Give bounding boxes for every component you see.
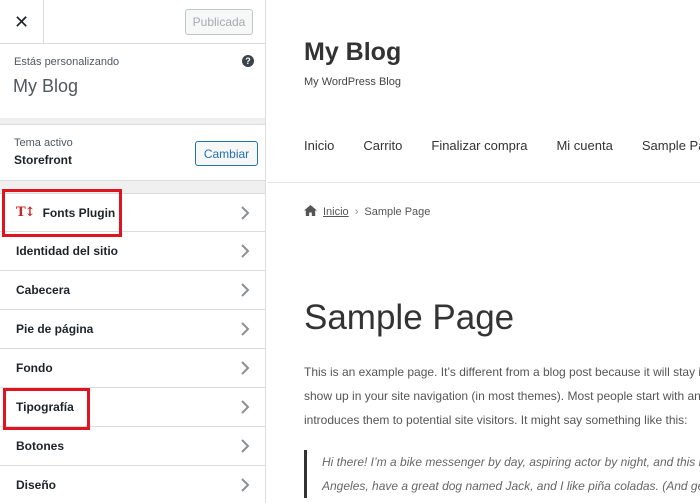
- chevron-right-icon: [238, 438, 252, 454]
- header-divider: [267, 182, 700, 183]
- breadcrumb-current: Sample Page: [364, 206, 431, 218]
- page-blockquote: Hi there! I’m a bike messenger by day, a…: [304, 450, 700, 498]
- panel-site-identity[interactable]: Identidad del sitio: [0, 232, 265, 271]
- quote-line: Hi there! I’m a bike messenger by day, a…: [322, 455, 700, 469]
- nav-item-mi-cuenta[interactable]: Mi cuenta: [556, 138, 612, 153]
- chevron-right-icon: [238, 243, 252, 259]
- customizer-panel-list: T↕ Fonts Plugin Identidad del sitio Cabe…: [0, 193, 265, 503]
- breadcrumb-home-link[interactable]: Inicio: [323, 206, 349, 218]
- home-icon: [304, 205, 317, 219]
- panel-footer[interactable]: Pie de página: [0, 310, 265, 349]
- site-tagline: My WordPress Blog: [304, 76, 401, 88]
- nav-item-finalizar-compra[interactable]: Finalizar compra: [431, 138, 527, 153]
- panel-label: Botones: [16, 439, 64, 453]
- change-theme-button[interactable]: Cambiar: [195, 141, 258, 166]
- chevron-right-icon: [238, 321, 252, 337]
- panel-header[interactable]: Cabecera: [0, 271, 265, 310]
- chevron-right-icon: [238, 205, 252, 221]
- customizer-header: ✕ Publicada: [0, 0, 265, 44]
- tt-fonts-icon: T↕: [16, 205, 36, 220]
- panel-typography[interactable]: Tipografía: [0, 388, 265, 427]
- quote-line: Angeles, have a great dog named Jack, an…: [322, 479, 700, 493]
- nav-item-sample-page[interactable]: Sample Page: [642, 138, 700, 153]
- customizing-info: Estás personalizando My Blog ?: [0, 44, 265, 118]
- customizer-sidebar: ✕ Publicada Estás personalizando My Blog…: [0, 0, 266, 503]
- active-theme-section: Tema activo Storefront Cambiar: [0, 124, 265, 181]
- close-customizer-button[interactable]: ✕: [0, 0, 44, 44]
- publish-button[interactable]: Publicada: [185, 9, 253, 35]
- panel-label: Pie de página: [16, 322, 94, 336]
- panel-fonts-plugin[interactable]: T↕ Fonts Plugin: [0, 193, 265, 232]
- breadcrumb: Inicio › Sample Page: [304, 205, 430, 219]
- page-title: Sample Page: [304, 298, 515, 337]
- panel-label: Identidad del sitio: [16, 244, 119, 258]
- paragraph-line: show up in your site navigation (in most…: [304, 389, 700, 403]
- breadcrumb-separator: ›: [354, 206, 359, 218]
- site-title[interactable]: My Blog: [304, 38, 401, 67]
- paragraph-line: This is an example page. It’s different …: [304, 365, 700, 379]
- panel-label: Diseño: [16, 478, 57, 492]
- active-theme-label: Tema activo: [14, 137, 73, 149]
- chevron-right-icon: [238, 360, 252, 376]
- panel-label: Tipografía: [16, 400, 74, 414]
- chevron-right-icon: [238, 282, 252, 298]
- panel-label: Cabecera: [16, 283, 71, 297]
- customizing-label: Estás personalizando: [14, 56, 120, 68]
- help-icon[interactable]: ?: [242, 55, 254, 67]
- primary-navigation: Inicio Carrito Finalizar compra Mi cuent…: [304, 138, 700, 153]
- close-icon: ✕: [13, 11, 30, 32]
- panel-label: Fonts Plugin: [42, 205, 116, 220]
- chevron-right-icon: [238, 399, 252, 415]
- panel-background[interactable]: Fondo: [0, 349, 265, 388]
- panel-layout[interactable]: Diseño: [0, 466, 265, 503]
- nav-item-inicio[interactable]: Inicio: [304, 138, 334, 153]
- page-paragraph: This is an example page. It’s different …: [304, 360, 700, 432]
- chevron-right-icon: [238, 477, 252, 493]
- panel-buttons[interactable]: Botones: [0, 427, 265, 466]
- paragraph-line: introduces them to potential site visito…: [304, 413, 688, 427]
- panel-label: Fondo: [16, 361, 53, 375]
- nav-item-carrito[interactable]: Carrito: [363, 138, 402, 153]
- site-preview: My Blog My WordPress Blog Inicio Carrito…: [267, 0, 700, 503]
- customizing-site-name: My Blog: [13, 76, 79, 96]
- active-theme-name: Storefront: [14, 153, 72, 167]
